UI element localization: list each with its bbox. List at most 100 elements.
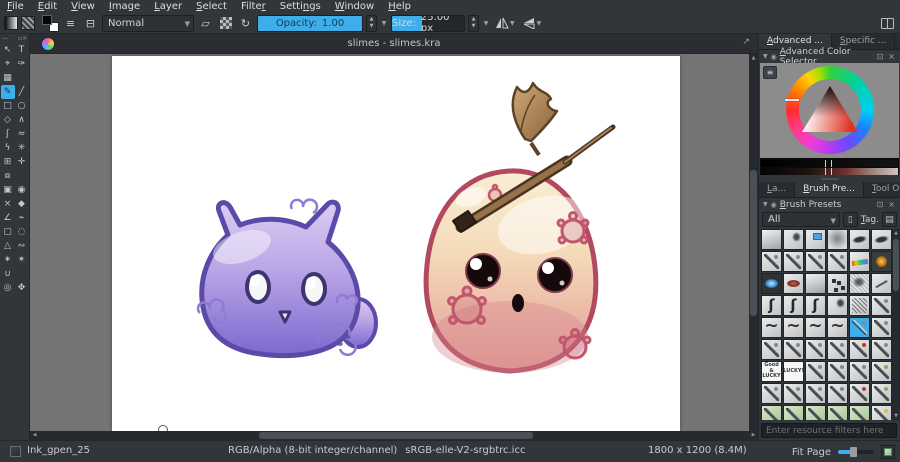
menu-layer[interactable]: Layer xyxy=(147,0,189,13)
canvas-viewport[interactable]: ▲ ◀ ▶ xyxy=(30,54,758,440)
brush-preset-cell[interactable] xyxy=(871,229,892,250)
workspace-chooser-button[interactable] xyxy=(879,15,896,32)
tab-la[interactable]: La... xyxy=(759,182,796,197)
polygon-tool[interactable]: ◇ xyxy=(1,113,15,127)
brush-preset-cell[interactable] xyxy=(805,295,826,316)
brush-preset-cell[interactable] xyxy=(761,295,782,316)
canvas-titlebar[interactable]: slimes - slimes.kra ↗ xyxy=(30,34,758,54)
mirror-horizontal-button[interactable]: ▼ xyxy=(493,16,517,30)
gradient-swatch[interactable] xyxy=(4,16,18,30)
brush-preset-cell[interactable] xyxy=(783,273,804,294)
freehand-brush-tool[interactable]: ✎ xyxy=(0,85,15,99)
pan-tool[interactable]: ✥ xyxy=(15,281,29,295)
menu-window[interactable]: Window xyxy=(328,0,381,13)
brush-preset-cell[interactable] xyxy=(761,405,782,420)
polyline-tool[interactable]: ∧ xyxy=(15,113,29,127)
brush-preset-cell-selected[interactable] xyxy=(849,317,870,338)
brush-preset-cell[interactable] xyxy=(783,405,804,420)
reload-preset-button[interactable]: ↻ xyxy=(237,15,254,32)
freehand-select-tool[interactable]: ∾ xyxy=(15,239,29,253)
fill-tool[interactable]: ◆ xyxy=(15,197,29,211)
crop-tool[interactable]: ⊞ xyxy=(1,155,15,169)
brush-preset-cell[interactable] xyxy=(783,383,804,404)
brush-preset-cell[interactable] xyxy=(783,251,804,272)
gradient-tool[interactable]: ▣ xyxy=(1,183,15,197)
zoom-reset-button[interactable] xyxy=(881,445,895,459)
brush-preset-cell[interactable] xyxy=(805,273,826,294)
line-tool[interactable]: ╱ xyxy=(15,85,29,99)
zoom-slider-handle[interactable] xyxy=(850,447,857,457)
scroll-up-icon[interactable]: ▲ xyxy=(892,229,900,237)
toolbox-header[interactable]: — ▫× xyxy=(0,34,29,43)
eraser-mode-button[interactable]: ▱ xyxy=(197,15,214,32)
float-docker-icon[interactable]: ⊡ xyxy=(876,200,885,209)
brush-preset-cell[interactable] xyxy=(871,339,892,360)
preset-category-select[interactable]: All ▼ xyxy=(762,212,840,227)
collapse-arrow-icon[interactable]: ▼ xyxy=(763,201,768,208)
brush-preset-cell[interactable] xyxy=(871,405,892,420)
opacity-slider[interactable]: Opacity: 1.00 xyxy=(257,14,363,32)
freehand-path-tool[interactable]: ≈ xyxy=(15,127,29,141)
menu-filter[interactable]: Filter xyxy=(234,0,273,13)
menu-edit[interactable]: Edit xyxy=(31,0,64,13)
transform-tool[interactable]: ⧈ xyxy=(1,169,15,183)
brush-preset-cell[interactable] xyxy=(805,251,826,272)
close-docker-icon[interactable]: × xyxy=(887,52,896,61)
measure-tool[interactable]: ∠ xyxy=(1,211,15,225)
preset-scroll-handle[interactable] xyxy=(893,239,899,291)
bezier-select-tool[interactable]: ∪ xyxy=(1,267,15,281)
brush-preset-cell[interactable] xyxy=(761,251,782,272)
text-tool[interactable]: T xyxy=(15,43,29,57)
brush-preset-cell[interactable] xyxy=(827,295,848,316)
ellipse-select-tool[interactable]: ◌ xyxy=(15,225,29,239)
resource-filter-input[interactable] xyxy=(761,423,897,438)
brush-preset-cell[interactable] xyxy=(827,251,848,272)
brush-preset-cell[interactable] xyxy=(761,383,782,404)
brush-preset-cell[interactable] xyxy=(871,251,892,272)
select-shapes-tool[interactable]: ↖ xyxy=(1,43,15,57)
pattern-tool[interactable]: ▦ xyxy=(1,71,15,85)
pattern-edit-tool[interactable]: × xyxy=(1,197,15,211)
shade-strip-1[interactable] xyxy=(761,160,898,167)
close-docker-icon[interactable]: × xyxy=(887,200,896,209)
selector-settings-button[interactable]: ≡ xyxy=(763,66,777,79)
brush-preset-cell[interactable] xyxy=(849,361,870,382)
calligraphy-tool[interactable]: ✑ xyxy=(15,57,29,71)
vscroll-handle[interactable] xyxy=(750,170,757,316)
brush-preset-cell[interactable] xyxy=(871,361,892,382)
brush-presets-header[interactable]: ▼ ◉ Brush Presets ⊡ × xyxy=(759,198,900,211)
rect-select-tool[interactable]: ▢ xyxy=(1,225,15,239)
scroll-right-icon[interactable]: ▶ xyxy=(749,431,758,440)
brush-preset-cell[interactable] xyxy=(827,339,848,360)
brush-preset-cell[interactable] xyxy=(783,229,804,250)
opacity-options-arrow[interactable]: ▼ xyxy=(380,20,388,27)
brush-settings-button[interactable]: ≡ xyxy=(62,15,79,32)
menu-select[interactable]: Select xyxy=(189,0,234,13)
brush-preset-cell[interactable] xyxy=(849,251,870,272)
brush-preset-cell[interactable] xyxy=(849,383,870,404)
brush-preset-cell[interactable] xyxy=(805,317,826,338)
polygon-select-tool[interactable]: △ xyxy=(1,239,15,253)
brush-preset-cell[interactable] xyxy=(761,317,782,338)
brush-preset-cell[interactable] xyxy=(805,383,826,404)
color-selector-header[interactable]: ▼ ◉ Advanced Color Selector ⊡ × xyxy=(759,47,900,67)
menu-view[interactable]: View xyxy=(64,0,102,13)
brush-preset-cell[interactable] xyxy=(827,361,848,382)
hscroll-handle[interactable] xyxy=(259,432,533,439)
canvas-vertical-scrollbar[interactable]: ▲ xyxy=(749,54,758,431)
zoom-slider[interactable] xyxy=(838,447,874,457)
similar-select-tool[interactable]: ✶ xyxy=(1,253,15,267)
ellipse-tool[interactable]: ○ xyxy=(15,99,29,113)
dynamic-brush-tool[interactable]: ϟ xyxy=(1,141,15,155)
brush-preset-cell[interactable] xyxy=(805,361,826,382)
opacity-spinner[interactable]: ▲ ▼ xyxy=(366,14,377,32)
bezier-curve-tool[interactable]: ʃ xyxy=(1,127,15,141)
brush-preset-cell[interactable] xyxy=(827,317,848,338)
foreground-background-colors[interactable] xyxy=(42,14,59,32)
zoom-mode-label[interactable]: Fit Page xyxy=(792,447,831,458)
size-options-arrow[interactable]: ▼ xyxy=(482,20,490,27)
brush-preset-cell[interactable]: LUCKY! xyxy=(783,361,804,382)
brush-preset-cell[interactable] xyxy=(827,383,848,404)
tag-label[interactable]: Tag. xyxy=(861,215,879,225)
brush-preset-cell[interactable] xyxy=(871,317,892,338)
